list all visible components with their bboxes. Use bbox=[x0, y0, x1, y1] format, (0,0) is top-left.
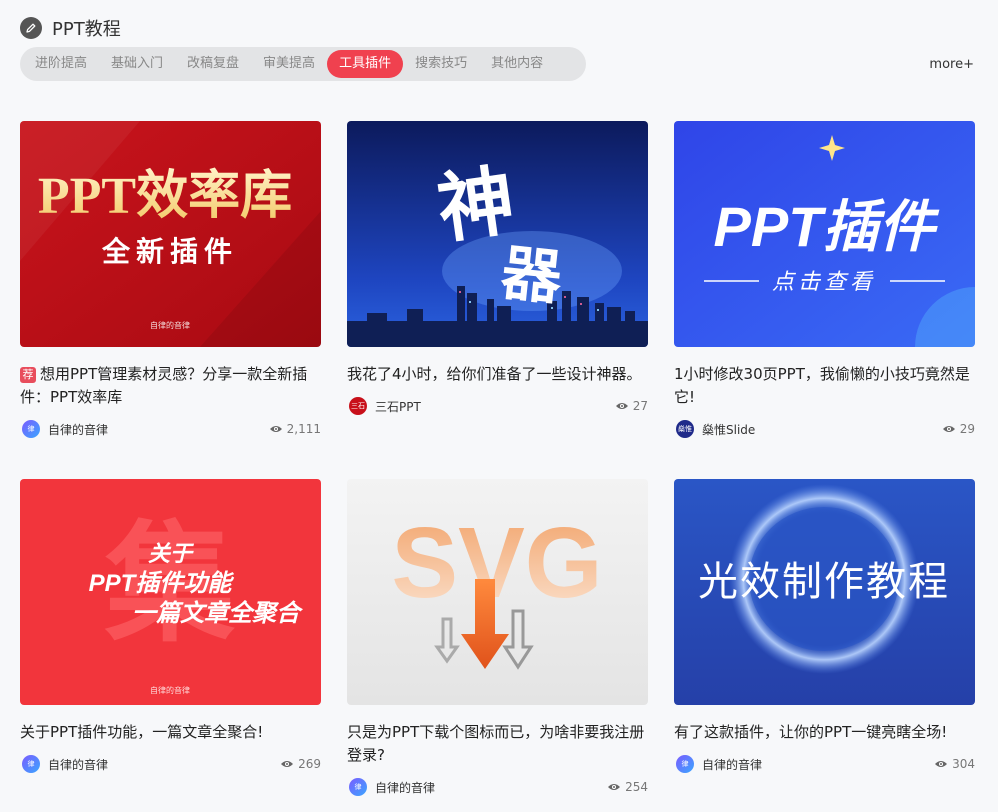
view-count: 2,111 bbox=[269, 422, 321, 436]
article-card[interactable]: 光效制作教程 有了这款插件，让你的PPT一键亮瞎全场! 律 自律的音律 304 bbox=[674, 479, 975, 774]
view-count-text: 254 bbox=[625, 780, 648, 794]
tab-qita[interactable]: 其他内容 bbox=[479, 50, 555, 78]
view-count: 29 bbox=[942, 422, 975, 436]
eye-icon bbox=[935, 761, 948, 767]
card-title-text: 我花了4小时，给你们准备了一些设计神器。 bbox=[347, 365, 642, 383]
card-author[interactable]: 律 自律的音律 bbox=[674, 755, 762, 773]
view-count: 27 bbox=[615, 399, 648, 413]
thumb-text: 器 bbox=[498, 240, 566, 312]
card-thumbnail[interactable]: PPT插件 点击查看 bbox=[674, 121, 975, 347]
card-thumbnail[interactable]: PPT效率库 全新插件 自律的音律 bbox=[20, 121, 321, 347]
avatar: 律 bbox=[676, 755, 694, 773]
thumb-text: 自律的音律 bbox=[150, 685, 190, 695]
recommend-badge: 荐 bbox=[20, 367, 36, 383]
tab-shenmei[interactable]: 审美提高 bbox=[251, 50, 327, 78]
author-name: 自律的音律 bbox=[375, 780, 436, 795]
pencil-icon bbox=[20, 17, 42, 39]
card-author[interactable]: 燊惟 燊惟Slide bbox=[674, 420, 755, 438]
eye-icon bbox=[281, 761, 294, 767]
tab-gaigao[interactable]: 改稿复盘 bbox=[175, 50, 251, 78]
card-title[interactable]: 1小时修改30页PPT，我偷懒的小技巧竟然是它! bbox=[674, 363, 975, 409]
article-card[interactable]: 神 器 我花了4小时，给你们准备了一些设计神器。 三石 三石PPT 27 bbox=[347, 121, 648, 416]
card-meta: 律 自律的音律 304 bbox=[674, 754, 975, 774]
tab-gongju[interactable]: 工具插件 bbox=[327, 50, 404, 78]
view-count-text: 2,111 bbox=[286, 422, 321, 436]
author-name: 自律的音律 bbox=[48, 422, 109, 437]
thumb-text: PPT效率库 bbox=[38, 167, 292, 225]
category-tabs: 进阶提高 基础入门 改稿复盘 审美提高 工具插件 搜索技巧 其他内容 bbox=[20, 47, 586, 81]
view-count: 304 bbox=[934, 757, 975, 771]
thumb-text: 光效制作教程 bbox=[698, 560, 950, 604]
card-meta: 律 自律的音律 2,111 bbox=[20, 419, 321, 439]
card-thumbnail[interactable]: 集 关于 PPT插件功能 一篇文章全聚合 自律的音律 bbox=[20, 479, 321, 705]
eye-icon bbox=[615, 403, 628, 409]
thumb-text: SVG bbox=[391, 507, 602, 619]
author-name: 自律的音律 bbox=[48, 757, 109, 772]
card-title-text: 1小时修改30页PPT，我偷懒的小技巧竟然是它! bbox=[674, 365, 970, 406]
view-count: 254 bbox=[607, 780, 648, 794]
article-card[interactable]: SVG 只是为PPT下载个图标而已，为啥非要我注册登录? 律 自律的音律 254 bbox=[347, 479, 648, 797]
author-name: 自律的音律 bbox=[702, 757, 763, 772]
article-card[interactable]: PPT效率库 全新插件 自律的音律 荐想用PPT管理素材灵感？分享一款全新插件：… bbox=[20, 121, 321, 439]
card-author[interactable]: 律 自律的音律 bbox=[20, 755, 108, 773]
avatar: 律 bbox=[22, 420, 40, 438]
view-count-text: 269 bbox=[298, 757, 321, 771]
view-count-text: 29 bbox=[959, 422, 975, 436]
avatar: 律 bbox=[349, 778, 367, 796]
card-author[interactable]: 三石 三石PPT bbox=[347, 397, 421, 415]
card-meta: 律 自律的音律 254 bbox=[347, 777, 648, 797]
thumb-text: 全新插件 bbox=[101, 235, 238, 267]
tab-jichu[interactable]: 基础入门 bbox=[99, 50, 175, 78]
thumb-text: 关于 bbox=[148, 541, 195, 566]
avatar: 律 bbox=[22, 755, 40, 773]
card-title-text: 想用PPT管理素材灵感？分享一款全新插件：PPT效率库 bbox=[20, 365, 308, 406]
card-title-text: 只是为PPT下载个图标而已，为啥非要我注册登录? bbox=[347, 723, 645, 764]
card-author[interactable]: 律 自律的音律 bbox=[347, 778, 435, 796]
tab-jinjie[interactable]: 进阶提高 bbox=[23, 50, 99, 78]
tab-sousuo[interactable]: 搜索技巧 bbox=[403, 50, 479, 78]
card-title[interactable]: 只是为PPT下载个图标而已，为啥非要我注册登录? bbox=[347, 721, 648, 767]
thumb-text: PPT插件 bbox=[714, 195, 940, 258]
thumb-text: 自律的音律 bbox=[150, 320, 190, 330]
card-thumbnail[interactable]: SVG bbox=[347, 479, 648, 705]
card-thumbnail[interactable]: 光效制作教程 bbox=[674, 479, 975, 705]
avatar: 燊惟 bbox=[676, 420, 694, 438]
card-title[interactable]: 我花了4小时，给你们准备了一些设计神器。 bbox=[347, 363, 648, 386]
section-header: PPT教程 bbox=[20, 14, 121, 42]
card-title-text: 有了这款插件，让你的PPT一键亮瞎全场! bbox=[674, 723, 948, 741]
view-count-text: 27 bbox=[632, 399, 648, 413]
avatar: 三石 bbox=[349, 397, 367, 415]
thumb-text: 神 bbox=[433, 159, 520, 253]
card-meta: 律 自律的音律 269 bbox=[20, 754, 321, 774]
view-count: 269 bbox=[280, 757, 321, 771]
view-count-text: 304 bbox=[952, 757, 975, 771]
thumb-text: 一篇文章全聚合 bbox=[132, 600, 304, 627]
eye-icon bbox=[942, 426, 955, 432]
eye-icon bbox=[269, 426, 282, 432]
card-title[interactable]: 荐想用PPT管理素材灵感？分享一款全新插件：PPT效率库 bbox=[20, 363, 321, 409]
page-title: PPT教程 bbox=[52, 19, 121, 40]
card-thumbnail[interactable]: 神 器 bbox=[347, 121, 648, 347]
card-meta: 三石 三石PPT 27 bbox=[347, 396, 648, 416]
article-card[interactable]: 集 关于 PPT插件功能 一篇文章全聚合 自律的音律 关于PPT插件功能，一篇文… bbox=[20, 479, 321, 774]
card-author[interactable]: 律 自律的音律 bbox=[20, 420, 108, 438]
thumb-text: 点击查看 bbox=[772, 269, 876, 294]
more-link[interactable]: more+ bbox=[929, 57, 974, 72]
article-card[interactable]: PPT插件 点击查看 1小时修改30页PPT，我偷懒的小技巧竟然是它! 燊惟 燊… bbox=[674, 121, 975, 439]
thumb-text: PPT插件功能 bbox=[89, 570, 235, 597]
eye-icon bbox=[608, 784, 621, 790]
card-title-text: 关于PPT插件功能，一篇文章全聚合! bbox=[20, 723, 264, 741]
card-title[interactable]: 有了这款插件，让你的PPT一键亮瞎全场! bbox=[674, 721, 975, 744]
card-meta: 燊惟 燊惟Slide 29 bbox=[674, 419, 975, 439]
author-name: 三石PPT bbox=[375, 399, 421, 414]
author-name: 燊惟Slide bbox=[702, 422, 756, 437]
card-title[interactable]: 关于PPT插件功能，一篇文章全聚合! bbox=[20, 721, 321, 744]
